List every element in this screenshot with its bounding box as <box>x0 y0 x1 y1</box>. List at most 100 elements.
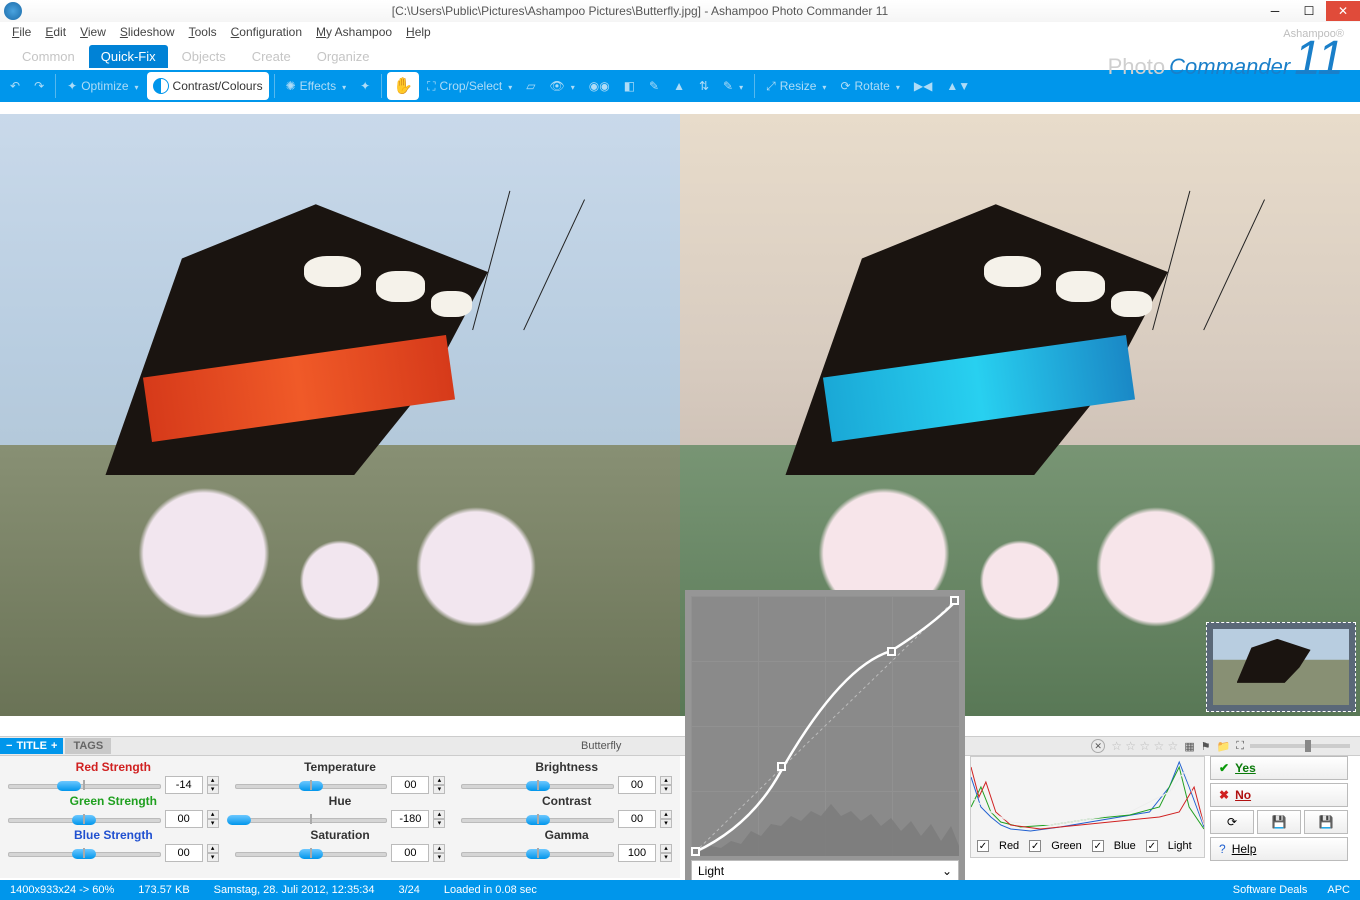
red-strength-spinner[interactable]: ▴▾ <box>207 776 219 794</box>
green-strength-value[interactable]: 00 <box>165 810 203 828</box>
help-button[interactable]: ?Help <box>1210 837 1348 861</box>
histogram-red-checkbox[interactable]: ✓ <box>977 840 989 852</box>
curve-point-0[interactable] <box>691 847 700 856</box>
curve-point-2[interactable] <box>887 647 896 656</box>
curve-point-3[interactable] <box>950 596 959 605</box>
gamma-spinner[interactable]: ▴▾ <box>660 844 672 862</box>
blue-strength-value[interactable]: 00 <box>165 844 203 862</box>
contrast-slider[interactable] <box>461 812 614 826</box>
temperature-slider[interactable] <box>235 778 388 792</box>
title-chip[interactable]: −TITLE+ <box>0 738 63 754</box>
sharpen-button[interactable]: ▲ <box>667 72 691 100</box>
histogram-blue-checkbox[interactable]: ✓ <box>1092 840 1104 852</box>
no-button[interactable]: ✖No <box>1210 783 1348 807</box>
menu-tools[interactable]: Tools <box>189 25 217 39</box>
pan-button[interactable]: ✋ <box>387 72 419 100</box>
temperature-spinner[interactable]: ▴▾ <box>433 776 445 794</box>
saturation-slider[interactable] <box>235 846 388 860</box>
info-bar: −TITLE+ TAGS Butterfly ✕ ☆ ☆ ☆ ☆ ☆ ▦ ⚑ 📁… <box>0 736 1360 756</box>
contrast-label: Contrast/Colours <box>173 79 263 93</box>
hue-slider[interactable] <box>235 812 388 826</box>
temperature-value[interactable]: 00 <box>391 776 429 794</box>
folder-icon[interactable]: 📁 <box>1217 740 1231 753</box>
save-button[interactable]: 💾 <box>1257 810 1301 834</box>
histogram-panel: ✓Red ✓Green ✓Blue ✓Light <box>970 756 1205 858</box>
heal-button[interactable]: ✎ <box>643 72 665 100</box>
tab-common[interactable]: Common <box>10 45 87 68</box>
rotate-button[interactable]: ⟳Rotate <box>834 72 905 100</box>
straighten-button[interactable]: ▱ <box>520 72 541 100</box>
crop-button[interactable]: ⛶Crop/Select <box>421 72 518 100</box>
clone-button[interactable]: ◉◉ <box>583 72 616 100</box>
expand-icon[interactable]: ⛶ <box>1236 740 1244 753</box>
histogram-green-checkbox[interactable]: ✓ <box>1029 840 1041 852</box>
hue-value[interactable]: -180 <box>391 810 429 828</box>
navigator-thumbnail[interactable] <box>1206 622 1356 712</box>
tab-organize[interactable]: Organize <box>305 45 382 68</box>
window-title: [C:\Users\Public\Pictures\Ashampoo Pictu… <box>22 4 1258 18</box>
erase-button[interactable]: ◧ <box>618 72 641 100</box>
gamma-value[interactable]: 100 <box>618 844 656 862</box>
brightness-spinner[interactable]: ▴▾ <box>660 776 672 794</box>
redeye-button[interactable]: 👁 <box>543 72 580 100</box>
contrast-value[interactable]: 00 <box>618 810 656 828</box>
close-panel-icon[interactable]: ✕ <box>1091 739 1105 753</box>
menu-view[interactable]: View <box>80 25 106 39</box>
green-strength-spinner[interactable]: ▴▾ <box>207 810 219 828</box>
close-button[interactable]: ✕ <box>1326 1 1360 21</box>
spotfix-button[interactable]: ✦ <box>354 72 376 100</box>
menu-slideshow[interactable]: Slideshow <box>120 25 175 39</box>
zoom-slider[interactable] <box>1250 744 1350 748</box>
menu-help[interactable]: Help <box>406 25 431 39</box>
saturation-value[interactable]: 00 <box>391 844 429 862</box>
save-as-button[interactable]: 💾 <box>1304 810 1348 834</box>
tags-chip[interactable]: TAGS <box>65 738 111 754</box>
yes-button[interactable]: ✔Yes <box>1210 756 1348 780</box>
optimize-button[interactable]: ✦Optimize <box>61 72 144 100</box>
undo-button[interactable]: ↶ <box>4 72 26 100</box>
original-pane[interactable] <box>0 114 680 716</box>
flip-v-button[interactable]: ▲▼ <box>940 72 976 100</box>
contrast-label: Contrast <box>542 794 591 808</box>
histogram-light-checkbox[interactable]: ✓ <box>1146 840 1158 852</box>
status-deals[interactable]: Software Deals <box>1233 884 1308 896</box>
gamma-slider[interactable] <box>461 846 614 860</box>
levels-button[interactable]: ⇅ <box>693 72 715 100</box>
green-strength-slider[interactable] <box>8 812 161 826</box>
maximize-button[interactable]: ☐ <box>1292 1 1326 21</box>
tab-quick-fix[interactable]: Quick-Fix <box>89 45 168 68</box>
tab-objects[interactable]: Objects <box>170 45 238 68</box>
status-apc[interactable]: APC <box>1327 884 1350 896</box>
contrast-colours-button[interactable]: Contrast/Colours <box>147 72 269 100</box>
red-strength-value[interactable]: -14 <box>165 776 203 794</box>
color-tag-icon[interactable]: ▦ <box>1184 740 1194 753</box>
curve-point-1[interactable] <box>777 762 786 771</box>
curves-channel-select[interactable]: Light⌄ <box>691 860 959 882</box>
menu-configuration[interactable]: Configuration <box>231 25 302 39</box>
minimize-button[interactable]: ─ <box>1258 1 1292 21</box>
blue-strength-spinner[interactable]: ▴▾ <box>207 844 219 862</box>
contrast-spinner[interactable]: ▴▾ <box>660 810 672 828</box>
histogram-green-label: Green <box>1051 840 1082 852</box>
blue-strength-slider[interactable] <box>8 846 161 860</box>
redo-button[interactable]: ↷ <box>28 72 50 100</box>
tab-create[interactable]: Create <box>240 45 303 68</box>
curves-canvas[interactable] <box>691 596 959 856</box>
rating-stars[interactable]: ☆ ☆ ☆ ☆ ☆ <box>1111 739 1178 753</box>
flip-h-button[interactable]: ▶◀ <box>908 72 938 100</box>
brightness-value[interactable]: 00 <box>618 776 656 794</box>
histogram-red-label: Red <box>999 840 1019 852</box>
menu-my-ashampoo[interactable]: My Ashampoo <box>316 25 392 39</box>
brightness-slider[interactable] <box>461 778 614 792</box>
menu-edit[interactable]: Edit <box>45 25 66 39</box>
flag-icon[interactable]: ⚑ <box>1201 740 1211 753</box>
effects-button[interactable]: ✺Effects <box>280 72 353 100</box>
red-strength-slider[interactable] <box>8 778 161 792</box>
save-as-icon: 💾 <box>1319 815 1334 829</box>
resize-button[interactable]: ⤢Resize <box>760 72 832 100</box>
brush-button[interactable]: ✎ <box>717 72 749 100</box>
saturation-spinner[interactable]: ▴▾ <box>433 844 445 862</box>
hue-spinner[interactable]: ▴▾ <box>433 810 445 828</box>
reset-button[interactable]: ⟳ <box>1210 810 1254 834</box>
menu-file[interactable]: File <box>12 25 31 39</box>
